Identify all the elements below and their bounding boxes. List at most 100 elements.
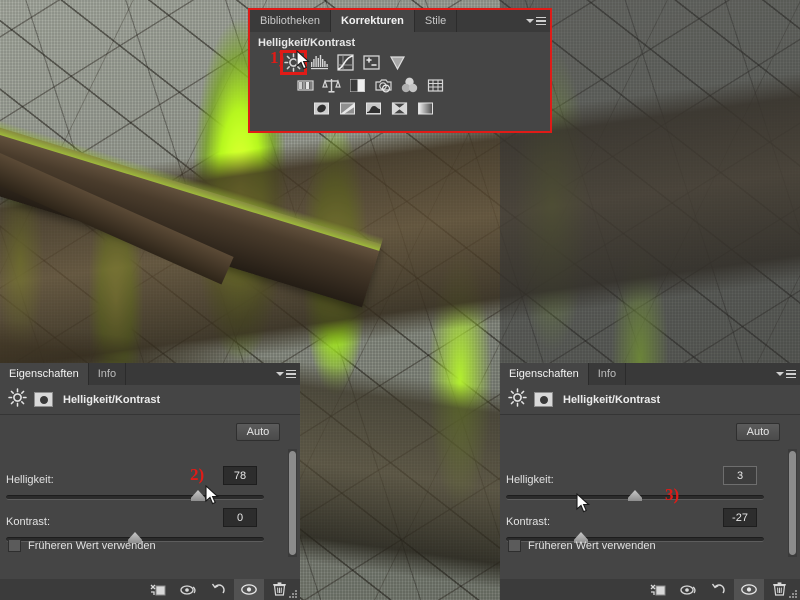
tab-info[interactable]: Info xyxy=(588,363,627,385)
adjustment-icon-row-1 xyxy=(280,50,550,75)
color-lookup-icon[interactable] xyxy=(426,76,445,95)
tab-eigenschaften[interactable]: Eigenschaften xyxy=(0,363,89,385)
properties-title: Helligkeit/Kontrast xyxy=(63,393,161,406)
brightness-contrast-icon[interactable] xyxy=(280,50,307,75)
contrast-slider-group: Kontrast: 0 xyxy=(6,508,278,543)
tab-label: Eigenschaften xyxy=(509,368,579,380)
adjustment-icon-row-3 xyxy=(284,99,550,118)
properties-panel-right[interactable]: Eigenschaften Info Helligkeit/Kontrast A… xyxy=(500,363,800,600)
tab-label: Info xyxy=(97,368,117,380)
contrast-label: Kontrast: xyxy=(506,516,551,528)
step-marker-2: 2) xyxy=(190,465,205,484)
invert-icon[interactable] xyxy=(312,99,331,118)
properties-footer-right xyxy=(500,579,800,600)
properties-body-left: Auto Helligkeit: 78 Kontrast: 0 Früheren… xyxy=(0,415,300,579)
brightness-slider-thumb[interactable] xyxy=(191,490,205,501)
adjustments-panel-tabbar: Bibliotheken Korrekturen Stile xyxy=(250,10,550,32)
brightness-contrast-icon xyxy=(508,387,527,412)
gradient-map-icon[interactable] xyxy=(416,99,435,118)
clip-to-layer-icon[interactable] xyxy=(644,579,674,600)
hue-saturation-icon[interactable] xyxy=(296,76,315,95)
panel-menu-icon[interactable] xyxy=(276,368,296,380)
brightness-slider-track[interactable] xyxy=(6,490,264,501)
tab-label: Eigenschaften xyxy=(9,368,79,380)
chevron-down-icon xyxy=(776,372,784,376)
properties-scrollbar[interactable] xyxy=(788,449,797,557)
chevron-down-icon xyxy=(526,19,534,23)
brightness-label: Helligkeit: xyxy=(506,474,554,486)
properties-scrollbar[interactable] xyxy=(288,449,297,557)
curves-icon[interactable] xyxy=(336,53,355,72)
preview-toggle-icon[interactable] xyxy=(174,579,204,600)
resize-grip-icon[interactable] xyxy=(284,587,298,599)
tab-label: Bibliotheken xyxy=(260,15,320,27)
properties-title: Helligkeit/Kontrast xyxy=(563,393,661,406)
properties-body-right: Auto Helligkeit: 3 Kontrast: -27 Frühere… xyxy=(500,415,800,579)
tab-eigenschaften[interactable]: Eigenschaften xyxy=(500,363,589,385)
step-marker-3: 3) xyxy=(665,485,680,504)
legacy-checkbox-label: Früheren Wert verwenden xyxy=(28,539,156,552)
tab-label: Info xyxy=(597,368,617,380)
panel-menu-icon[interactable] xyxy=(526,15,546,27)
contrast-value-field[interactable]: 0 xyxy=(223,508,257,527)
legacy-checkbox-row[interactable]: Früheren Wert verwenden xyxy=(8,539,156,552)
legacy-checkbox[interactable] xyxy=(508,539,521,552)
color-balance-icon[interactable] xyxy=(322,76,341,95)
reset-icon[interactable] xyxy=(704,579,734,600)
black-white-icon[interactable] xyxy=(348,76,367,95)
tab-label: Stile xyxy=(424,15,447,27)
contrast-label: Kontrast: xyxy=(6,516,51,528)
resize-grip-icon[interactable] xyxy=(784,587,798,599)
brightness-slider-thumb[interactable] xyxy=(628,490,642,501)
photo-filter-icon[interactable] xyxy=(374,76,393,95)
properties-header-right: Helligkeit/Kontrast xyxy=(500,385,800,415)
auto-button[interactable]: Auto xyxy=(236,423,280,441)
properties-tabbar-right: Eigenschaften Info xyxy=(500,363,800,385)
visibility-eye-icon[interactable] xyxy=(234,579,264,600)
adjustments-panel[interactable]: Bibliotheken Korrekturen Stile Helligkei… xyxy=(248,8,552,133)
adjustment-icon-row-2 xyxy=(284,76,550,95)
posterize-icon[interactable] xyxy=(338,99,357,118)
tab-bibliotheken[interactable]: Bibliotheken xyxy=(250,10,331,32)
adjustment-icon-grid xyxy=(250,50,550,118)
tab-stile[interactable]: Stile xyxy=(414,10,458,32)
chevron-down-icon xyxy=(276,372,284,376)
selective-color-icon[interactable] xyxy=(390,99,409,118)
exposure-icon[interactable] xyxy=(362,53,381,72)
reset-icon[interactable] xyxy=(204,579,234,600)
legacy-checkbox-row[interactable]: Früheren Wert verwenden xyxy=(508,539,656,552)
adjustments-panel-title: Helligkeit/Kontrast xyxy=(258,37,356,49)
brightness-slider-track[interactable] xyxy=(506,490,764,501)
tab-info[interactable]: Info xyxy=(88,363,127,385)
contrast-slider-group: Kontrast: -27 xyxy=(506,508,778,543)
preview-toggle-icon[interactable] xyxy=(674,579,704,600)
legacy-checkbox[interactable] xyxy=(8,539,21,552)
levels-icon[interactable] xyxy=(310,53,329,72)
visibility-eye-icon[interactable] xyxy=(734,579,764,600)
brightness-value-field[interactable]: 3 xyxy=(723,466,757,485)
hamburger-icon xyxy=(786,369,796,379)
clip-to-layer-icon[interactable] xyxy=(144,579,174,600)
layer-mask-thumbnail[interactable] xyxy=(534,392,553,407)
tab-korrekturen[interactable]: Korrekturen xyxy=(330,10,415,32)
hamburger-icon xyxy=(286,369,296,379)
brightness-value-field[interactable]: 78 xyxy=(223,466,257,485)
brightness-slider-group: Helligkeit: 3 xyxy=(506,466,778,501)
properties-panel-left[interactable]: Eigenschaften Info Helligkeit/Kontrast A… xyxy=(0,363,300,600)
properties-tabbar-left: Eigenschaften Info xyxy=(0,363,300,385)
hamburger-icon xyxy=(536,16,546,26)
brightness-contrast-icon xyxy=(8,387,27,412)
threshold-icon[interactable] xyxy=(364,99,383,118)
layer-mask-thumbnail[interactable] xyxy=(34,392,53,407)
vibrance-icon[interactable] xyxy=(388,53,407,72)
tab-label: Korrekturen xyxy=(340,15,404,27)
legacy-checkbox-label: Früheren Wert verwenden xyxy=(528,539,656,552)
contrast-value-field[interactable]: -27 xyxy=(723,508,757,527)
brightness-slider-group: Helligkeit: 78 xyxy=(6,466,278,501)
brightness-label: Helligkeit: xyxy=(6,474,54,486)
auto-button[interactable]: Auto xyxy=(736,423,780,441)
step-marker-1: 1) xyxy=(270,48,285,67)
properties-footer-left xyxy=(0,579,300,600)
channel-mixer-icon[interactable] xyxy=(400,76,419,95)
panel-menu-icon[interactable] xyxy=(776,368,796,380)
